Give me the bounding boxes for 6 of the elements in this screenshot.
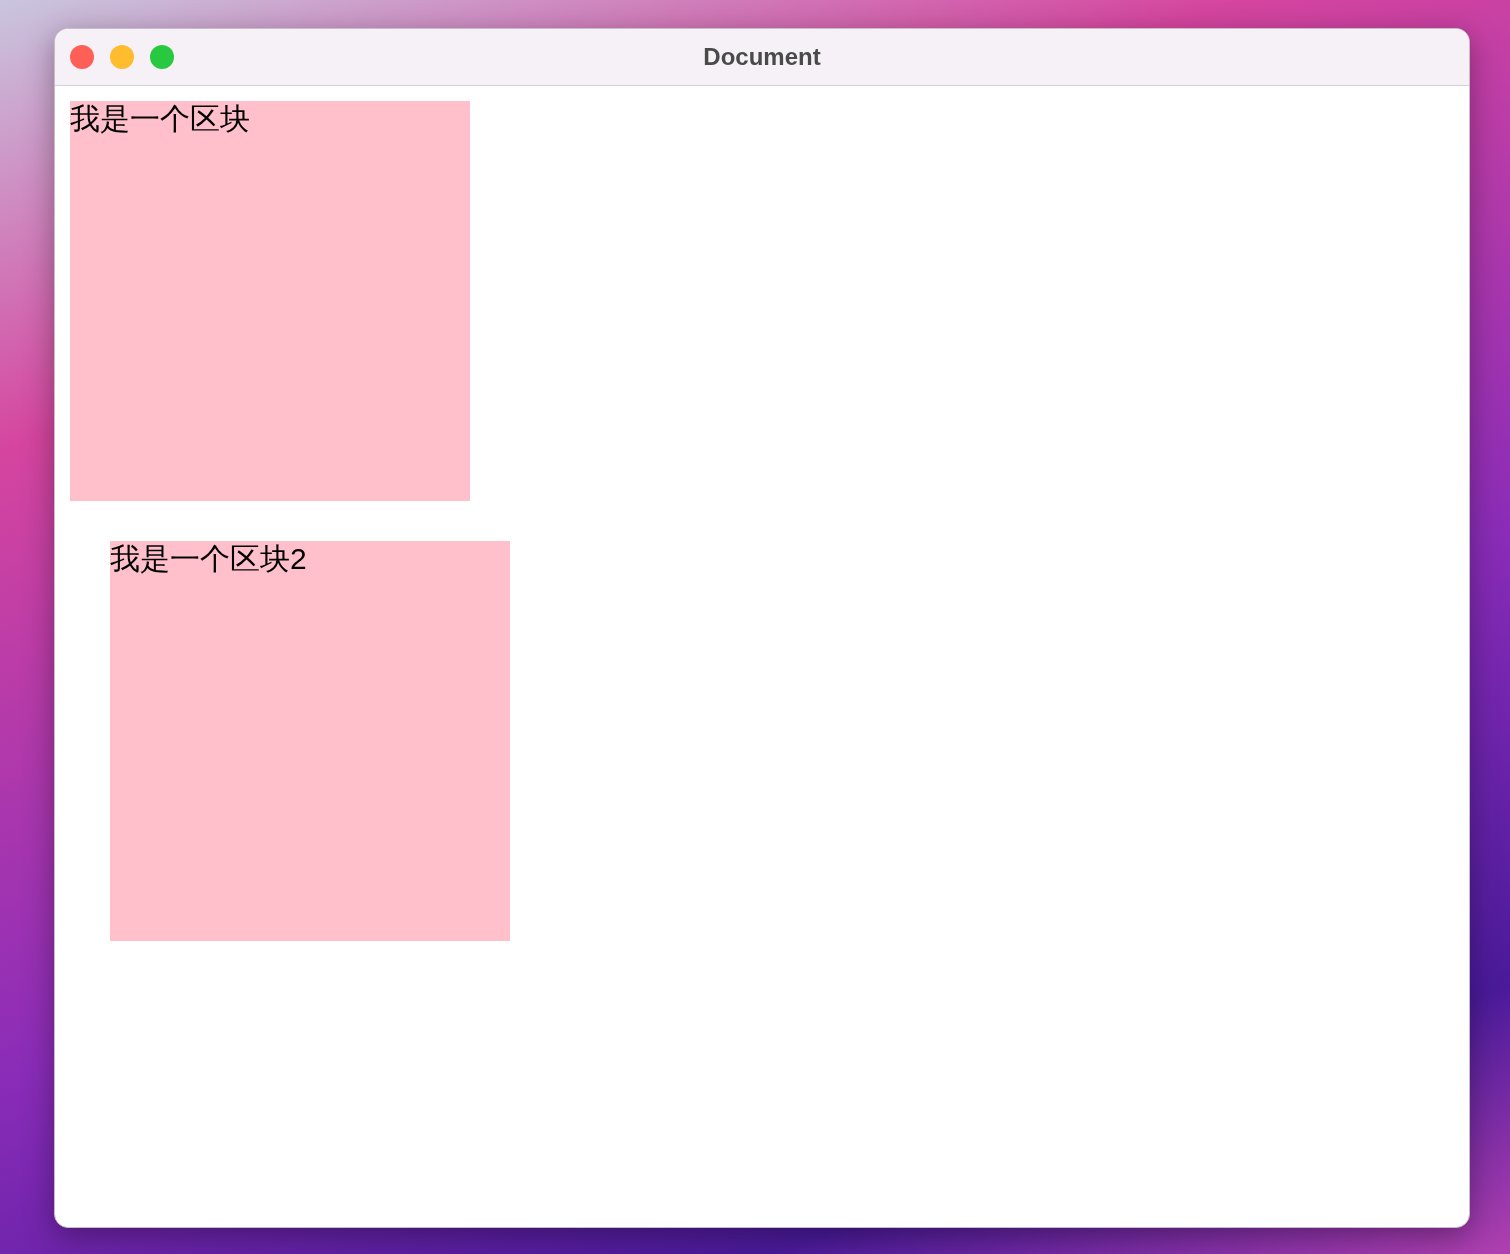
block-label: 我是一个区块 xyxy=(70,101,250,137)
window-title: Document xyxy=(703,42,821,72)
block-label: 我是一个区块2 xyxy=(110,541,307,577)
minimize-button[interactable] xyxy=(110,45,134,69)
maximize-button[interactable] xyxy=(150,45,174,69)
close-button[interactable] xyxy=(70,45,94,69)
